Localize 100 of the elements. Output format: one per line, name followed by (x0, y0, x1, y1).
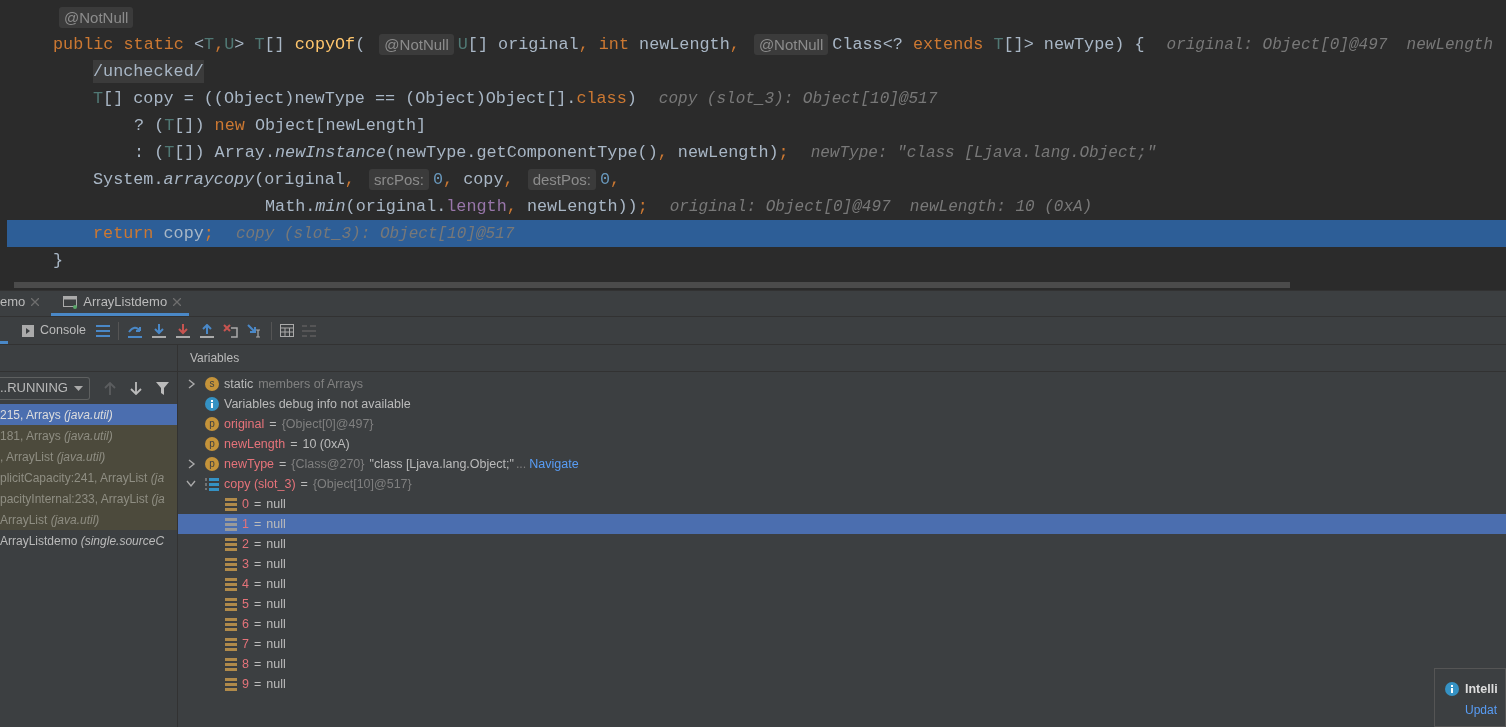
stack-frame[interactable]: plicitCapacity:241, ArrayList (ja (0, 467, 177, 488)
code-text: Math.min(original.length, newLength)); (265, 195, 648, 218)
object-reference: {Object[10]@517} (312, 475, 412, 493)
stack-icon (225, 497, 237, 511)
variable-name: 2 (242, 535, 249, 553)
thread-dropdown[interactable]: ..RUNNING (0, 376, 90, 400)
variable-name: 0 (242, 495, 249, 513)
stack-frame[interactable]: ArrayListdemo (single.sourceC (0, 530, 177, 551)
annotation-hint: @NotNull (59, 7, 134, 28)
tab-label: emo (0, 293, 26, 312)
stack-icon (225, 577, 237, 591)
info-icon (1445, 682, 1459, 697)
navigate-link[interactable]: Navigate (529, 454, 579, 474)
code-text: System.arraycopy(original, (93, 168, 356, 191)
variable-value: "class [Ljava.lang.Object;" (369, 455, 514, 473)
console-tab[interactable]: Console (20, 321, 88, 340)
update-link[interactable]: Updat (1445, 700, 1505, 719)
folded-comment: /unchecked/ (93, 60, 204, 83)
stack-frame[interactable]: pacityInternal:233, ArrayList (ja (0, 488, 177, 509)
equals-sign: = (290, 435, 298, 453)
variable-name: 9 (242, 675, 249, 693)
variables-header: Variables (178, 345, 1506, 372)
inline-debug-value: copy (slot_3): Object[10]@517 (235, 223, 515, 245)
variable-name: 1 (242, 515, 249, 533)
variable-value: null (266, 615, 286, 633)
menu-icon[interactable] (95, 324, 110, 337)
variable-detail: members of Arrays (258, 375, 364, 393)
variable-value: null (266, 575, 286, 593)
variable-name: newType (224, 455, 275, 473)
equals-sign: = (253, 555, 262, 573)
tab-label: ArrayListdemo (83, 293, 168, 312)
cursor-arrow-icon[interactable] (246, 323, 263, 338)
debug-tab[interactable]: ArrayListdemo (51, 291, 190, 316)
down-arrow-icon[interactable] (130, 381, 142, 395)
stack-frame[interactable]: ArrayList (java.util) (0, 509, 177, 530)
equals-sign: = (253, 635, 262, 653)
stack-icon (225, 617, 237, 631)
inline-debug-value: copy (slot_3): Object[10]@517 (658, 88, 938, 110)
filter-icon[interactable] (156, 381, 169, 395)
horizontal-scrollbar[interactable] (14, 282, 1290, 288)
up-arrow-icon[interactable] (198, 323, 215, 338)
equals-sign: = (253, 575, 262, 593)
code-text: return copy; (93, 222, 214, 245)
stack-icon (225, 537, 237, 551)
variable-value: null (266, 675, 286, 693)
code-text: U[] original, int newLength, (457, 33, 741, 56)
stack-icon (225, 557, 237, 571)
object-reference: {Class@270} (291, 455, 365, 473)
stack-frame[interactable]: 215, Arrays (java.util) (0, 404, 177, 425)
variable-badge: p (205, 417, 219, 431)
window-icon (63, 295, 78, 309)
variable-badge: p (205, 457, 219, 471)
variable-name: 5 (242, 595, 249, 613)
inline-debug-value: original: Object[0]@497 newLength: 10 (0xA) (669, 196, 1093, 218)
caret-icon (74, 385, 83, 391)
variable-name: 7 (242, 635, 249, 653)
code-text: Class<? extends T[]> newType) { (832, 33, 1145, 56)
variable-value: null (266, 635, 286, 653)
code-text: } (53, 249, 64, 272)
variable-name: original (224, 415, 265, 433)
variable-value: null (266, 655, 286, 673)
parameter-hint: srcPos: (368, 169, 429, 190)
equals-sign: = (253, 515, 262, 533)
variable-name: 8 (242, 655, 249, 673)
debug-tab[interactable]: emo (0, 291, 52, 316)
cross-icon[interactable] (222, 323, 239, 338)
stack-frame[interactable]: 181, Arrays (java.util) (0, 425, 177, 446)
grid-icon[interactable] (279, 324, 294, 337)
code-text: ? (T[]) new Object[newLength] (134, 114, 427, 137)
variable-name: 3 (242, 555, 249, 573)
stack-icon (225, 517, 237, 531)
annotation-hint: @NotNull (379, 34, 454, 55)
variable-value: 10 (0xA) (302, 435, 350, 453)
ellipsis: ... (515, 455, 527, 473)
variable-value: null (266, 515, 286, 533)
variable-value: null (266, 595, 286, 613)
console-icon (22, 324, 34, 337)
code-text: : (T[]) Array.newInstance(newType.getComponentType(), newLength); (134, 141, 789, 164)
stack-frame[interactable]: , ArrayList (java.util) (0, 446, 177, 467)
equals-sign: = (253, 655, 262, 673)
variable-badge: p (205, 437, 219, 451)
variable-name: newLength (224, 435, 286, 453)
equals-sign: = (253, 615, 262, 633)
variable-name: Variables debug info not available (224, 395, 411, 413)
inline-debug-value: original: Object[0]@497 newLength (1166, 34, 1493, 56)
code-text: 0, (600, 168, 621, 191)
side-tab-indicator (0, 341, 8, 344)
variable-value: null (266, 495, 286, 513)
down-arrow-icon[interactable] (174, 323, 191, 338)
down-arrow-icon[interactable] (150, 323, 167, 338)
variable-name: 4 (242, 575, 249, 593)
code-text: public static <T,U> T[] copyOf( (53, 33, 367, 56)
array-icon (205, 477, 219, 491)
info-icon (205, 397, 219, 411)
variable-value: null (266, 555, 286, 573)
variable-name: static (224, 375, 254, 393)
equals-sign: = (253, 595, 262, 613)
annotation-hint: @NotNull (753, 34, 829, 55)
variable-value: null (266, 535, 286, 553)
equals-sign: = (279, 455, 287, 473)
